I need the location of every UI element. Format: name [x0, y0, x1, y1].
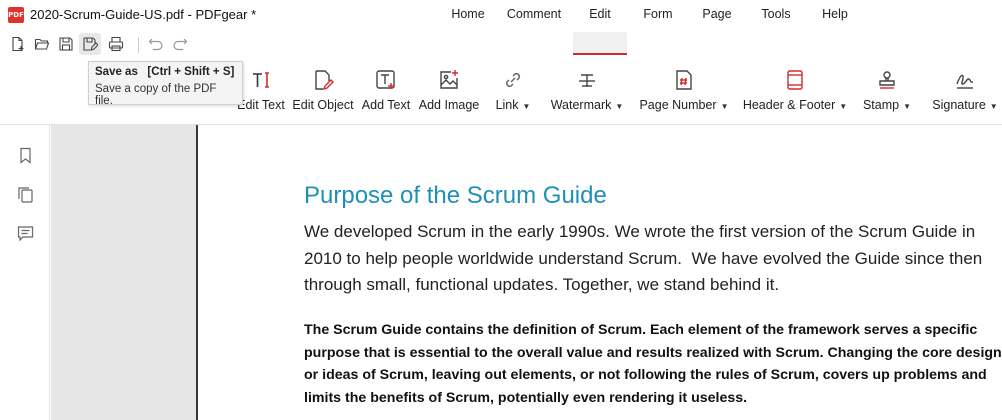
header-footer-button[interactable]: Header & Footer ▼: [742, 58, 848, 124]
bookmark-icon[interactable]: [15, 145, 35, 165]
signature-icon: [953, 68, 977, 92]
open-folder-icon[interactable]: [31, 33, 53, 55]
signature-button[interactable]: Signature ▼: [932, 58, 998, 124]
stamp-label: Stamp ▼: [862, 98, 912, 112]
thumbnails-icon[interactable]: [15, 184, 35, 204]
redo-icon[interactable]: [169, 33, 191, 55]
save-as-icon[interactable]: [79, 33, 101, 55]
signature-label: Signature ▼: [932, 98, 998, 112]
link-label: Link ▼: [495, 98, 531, 112]
print-icon[interactable]: [105, 33, 127, 55]
tab-edit[interactable]: Edit: [573, 0, 627, 28]
tab-page[interactable]: Page: [697, 0, 737, 28]
bold-paragraph-line: The Scrum Guide contains the definition …: [304, 322, 978, 338]
new-file-icon[interactable]: [7, 33, 29, 55]
edit-object-icon: [311, 68, 335, 92]
paragraph-line: We developed Scrum in the early 1990s. W…: [304, 222, 976, 241]
tooltip-description: Save a copy of the PDF file.: [95, 83, 217, 107]
header-footer-icon: [783, 68, 807, 92]
edit-object-button[interactable]: Edit Object: [292, 58, 354, 124]
add-text-button[interactable]: Add Text: [361, 58, 411, 124]
quick-access-toolbar: [0, 30, 1002, 58]
bold-paragraph-line: purpose that is essential to the overall…: [304, 344, 1002, 361]
pdf-page[interactable]: Purpose of the Scrum Guide We developed …: [196, 125, 1002, 420]
toolbar-separator: [138, 37, 139, 53]
paragraph-line: 2010 to help people worldwide understand…: [304, 248, 983, 268]
comments-icon[interactable]: [15, 223, 35, 243]
undo-icon[interactable]: [145, 33, 167, 55]
document-gutter: [51, 125, 196, 420]
add-image-icon: [437, 68, 461, 92]
tab-help[interactable]: Help: [815, 0, 855, 28]
active-tab-highlight: [573, 32, 627, 53]
link-button[interactable]: Link ▼: [488, 58, 538, 124]
tab-home[interactable]: Home: [446, 0, 490, 28]
document-bold-paragraph: The Scrum Guide contains the definition …: [304, 319, 1002, 409]
save-icon[interactable]: [55, 33, 77, 55]
window-title: 2020-Scrum-Guide-US.pdf - PDFgear *: [30, 7, 257, 22]
page-number-label: Page Number ▼: [639, 98, 729, 112]
pdfgear-logo-icon: PDF: [8, 7, 24, 23]
edit-object-label: Edit Object: [292, 98, 354, 112]
tab-form[interactable]: Form: [638, 0, 678, 28]
edit-text-label: Edit Text: [237, 98, 285, 112]
edit-text-icon: [249, 68, 273, 92]
stamp-button[interactable]: Stamp ▼: [862, 58, 912, 124]
add-image-button[interactable]: Add Image: [418, 58, 480, 124]
active-tab-indicator: [573, 53, 627, 55]
page-number-icon: [672, 68, 696, 92]
tab-tools[interactable]: Tools: [754, 0, 798, 28]
stamp-icon: [875, 68, 899, 92]
add-text-icon: [374, 68, 398, 92]
watermark-label: Watermark ▼: [550, 98, 624, 112]
side-panel: [0, 125, 50, 420]
header-footer-label: Header & Footer ▼: [742, 98, 848, 112]
add-text-label: Add Text: [361, 98, 411, 112]
link-icon: [501, 68, 525, 92]
save-as-tooltip: Save as [Ctrl + Shift + S] Save a copy o…: [88, 61, 243, 107]
document-heading: Purpose of the Scrum Guide: [304, 182, 607, 209]
tooltip-title: Save as [Ctrl + Shift + S]: [95, 66, 235, 78]
document-paragraph: We developed Scrum in the early 1990s. W…: [304, 219, 984, 299]
bold-paragraph-line: limits the benefits of Scrum, potentiall…: [304, 389, 748, 406]
page-number-button[interactable]: Page Number ▼: [639, 58, 729, 124]
watermark-icon: [575, 68, 599, 92]
paragraph-line: through small, functional updates. Toget…: [304, 275, 780, 294]
watermark-button[interactable]: Watermark ▼: [550, 58, 624, 124]
add-image-label: Add Image: [418, 98, 480, 112]
edit-text-button[interactable]: Edit Text: [236, 58, 286, 124]
tab-comment[interactable]: Comment: [502, 0, 566, 28]
bold-paragraph-line: or ideas of Scrum, leaving out elements,…: [304, 367, 987, 383]
